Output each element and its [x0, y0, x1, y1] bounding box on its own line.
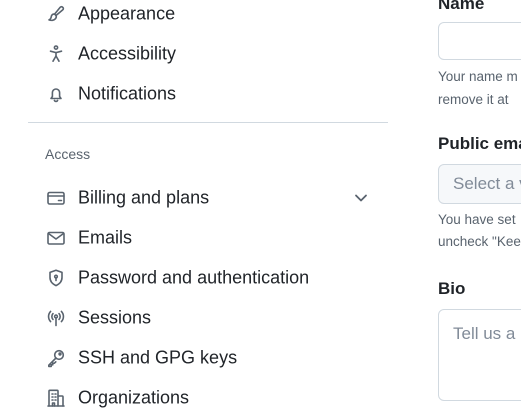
- chevron-down-icon[interactable]: [352, 189, 370, 207]
- credit-card-icon: [46, 188, 66, 208]
- sidebar-item-ssh-gpg-keys[interactable]: SSH and GPG keys: [36, 340, 388, 376]
- sidebar-item-notifications[interactable]: Notifications: [36, 76, 388, 112]
- name-help-text-line2: remove it at: [438, 92, 509, 107]
- name-label: Name: [438, 0, 485, 13]
- profile-form: Name Your name m remove it at Public ema…: [438, 0, 521, 408]
- sidebar-item-label: Notifications: [78, 83, 177, 104]
- sidebar-item-billing[interactable]: Billing and plans: [36, 180, 388, 216]
- sidebar-item-label: Appearance: [78, 3, 176, 24]
- public-email-help-text-line2: uncheck "Kee: [438, 234, 521, 249]
- public-email-help-text-line1: You have set: [438, 212, 516, 227]
- sidebar-item-label: Accessibility: [78, 43, 177, 64]
- sidebar-item-organizations[interactable]: Organizations: [36, 380, 388, 408]
- mail-icon: [46, 228, 66, 248]
- sidebar-divider: [28, 122, 388, 123]
- bell-icon: [46, 84, 66, 104]
- sidebar-item-emails[interactable]: Emails: [36, 220, 388, 256]
- bio-label: Bio: [438, 279, 466, 298]
- sidebar-item-label: Emails: [78, 227, 133, 248]
- sidebar-item-label: Organizations: [78, 387, 190, 408]
- sidebar-item-accessibility[interactable]: Accessibility: [36, 36, 388, 72]
- key-icon: [46, 348, 66, 368]
- broadcast-icon: [46, 308, 66, 328]
- public-email-label: Public ema: [438, 134, 521, 153]
- name-help-text-line1: Your name m: [438, 69, 518, 84]
- sidebar-item-sessions[interactable]: Sessions: [36, 300, 388, 336]
- section-heading-access: Access: [45, 146, 91, 162]
- sidebar-item-label: Password and authentication: [78, 267, 310, 288]
- sidebar-item-label: Billing and plans: [78, 187, 210, 208]
- organization-icon: [46, 388, 66, 408]
- sidebar-item-password-authentication[interactable]: Password and authentication: [36, 260, 388, 296]
- paintbrush-icon: [46, 4, 66, 24]
- name-input[interactable]: [438, 22, 521, 60]
- settings-page: Appearance Accessibility Notifications A…: [0, 0, 521, 408]
- accessibility-icon: [46, 44, 66, 64]
- sidebar-item-label: Sessions: [78, 307, 152, 328]
- sidebar-item-label: SSH and GPG keys: [78, 347, 238, 368]
- shield-lock-icon: [46, 268, 66, 288]
- sidebar-item-appearance[interactable]: Appearance: [36, 0, 388, 32]
- public-email-select[interactable]: Select a v: [438, 164, 521, 204]
- bio-textarea[interactable]: Tell us a l: [438, 309, 521, 401]
- settings-sidebar: Appearance Accessibility Notifications A…: [28, 0, 388, 408]
